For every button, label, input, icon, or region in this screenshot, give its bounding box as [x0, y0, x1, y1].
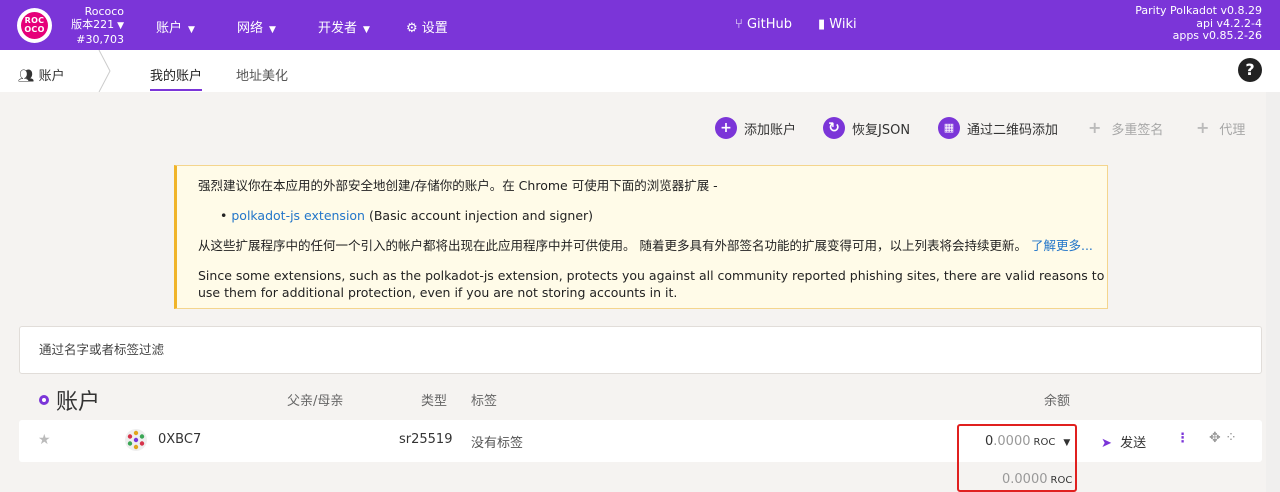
col-type: 类型 [421, 394, 448, 409]
account-name[interactable]: 0XBC7 [158, 432, 201, 447]
more-icon[interactable]: ⋮ [1176, 431, 1189, 446]
highlight-box [957, 424, 1077, 492]
version-info: Parity Polkadot v0.8.29 api v4.2.2-4 apps … [1135, 4, 1262, 42]
restore-json-button[interactable]: ↻ 恢复JSON [823, 117, 910, 139]
chevron-down-icon: ▼ [117, 21, 124, 31]
star-icon[interactable]: ★ [38, 432, 51, 448]
filter-input[interactable]: 通过名字或者标签过滤 [19, 326, 1262, 374]
chain-selector[interactable]: Rococo 版本221 ▼ #30,703 [64, 5, 124, 46]
accounts-title: 账户 [39, 384, 100, 416]
learn-more-link[interactable]: 了解更多... [1031, 238, 1093, 253]
sub-nav: 👥︎ 账户 我的账户 地址美化 ? [0, 50, 1280, 92]
chevron-down-icon: ▼ [363, 25, 370, 35]
multisig-button[interactable]: + 多重签名 [1088, 117, 1163, 139]
identicon-icon[interactable] [125, 429, 147, 451]
breadcrumb: 👥︎ 账户 [18, 69, 65, 84]
chevron-down-icon: ▼ [269, 25, 276, 35]
chain-name: Rococo [84, 5, 124, 18]
extension-notice: 强烈建议你在本应用的外部安全地创建/存储你的账户。在 Chrome 可使用下面的… [174, 165, 1108, 309]
nav-network[interactable]: 网络 ▼ [237, 17, 276, 36]
scrollbar[interactable] [1266, 92, 1280, 492]
nav-accounts[interactable]: 账户 ▼ [156, 17, 195, 36]
account-type: sr25519 [399, 432, 453, 447]
nav-settings[interactable]: ⚙ 设置 [406, 17, 448, 36]
book-icon: ▮ [818, 17, 830, 32]
col-parent: 父亲/母亲 [287, 394, 344, 409]
top-bar: ROC OCO Rococo 版本221 ▼ #30,703 账户 ▼ 网络 ▼ 开发… [0, 0, 1280, 50]
tab-vanity[interactable]: 地址美化 [236, 65, 288, 84]
send-button[interactable]: ➤ 发送 [1101, 432, 1146, 451]
qrcode-icon: ▦ [938, 117, 960, 139]
nav-developer[interactable]: 开发者 ▼ [318, 17, 370, 36]
proxy-button[interactable]: + 代理 [1196, 117, 1245, 139]
add-via-qr-button[interactable]: ▦ 通过二维码添加 [938, 117, 1058, 139]
table-header: 账户 父亲/母亲 类型 标签 余额 [19, 380, 1262, 418]
plus-icon: + [715, 117, 737, 139]
sync-icon: ↻ [823, 117, 845, 139]
plus-icon: + [1196, 118, 1210, 137]
circle-icon [39, 395, 49, 405]
github-link[interactable]: ⑂ GitHub [735, 17, 792, 32]
help-icon[interactable]: ? [1238, 58, 1262, 82]
chevron-down-icon: ▼ [188, 25, 195, 35]
col-tags: 标签 [471, 394, 498, 409]
paper-plane-icon: ➤ [1101, 436, 1112, 451]
plus-icon: + [1088, 118, 1102, 137]
tab-my-accounts[interactable]: 我的账户 [150, 65, 203, 91]
extension-link[interactable]: polkadot-js extension [231, 208, 365, 223]
wiki-link[interactable]: ▮ Wiki [818, 17, 857, 32]
account-tags[interactable]: 没有标签 [471, 432, 523, 451]
breadcrumb-chevron-icon [98, 50, 111, 92]
chain-block: #30,703 [76, 33, 124, 46]
chain-version: 版本221 [71, 18, 115, 31]
users-icon: 👥︎ [18, 69, 39, 84]
chain-logo[interactable]: ROC OCO [17, 8, 52, 43]
gears-icon: ⚙ [406, 21, 422, 36]
add-account-button[interactable]: + 添加账户 [715, 117, 796, 139]
qr-pattern-icon: ✥ ⁘ [1209, 430, 1237, 446]
col-balance: 余额 [1044, 394, 1071, 409]
branch-icon: ⑂ [735, 17, 747, 32]
